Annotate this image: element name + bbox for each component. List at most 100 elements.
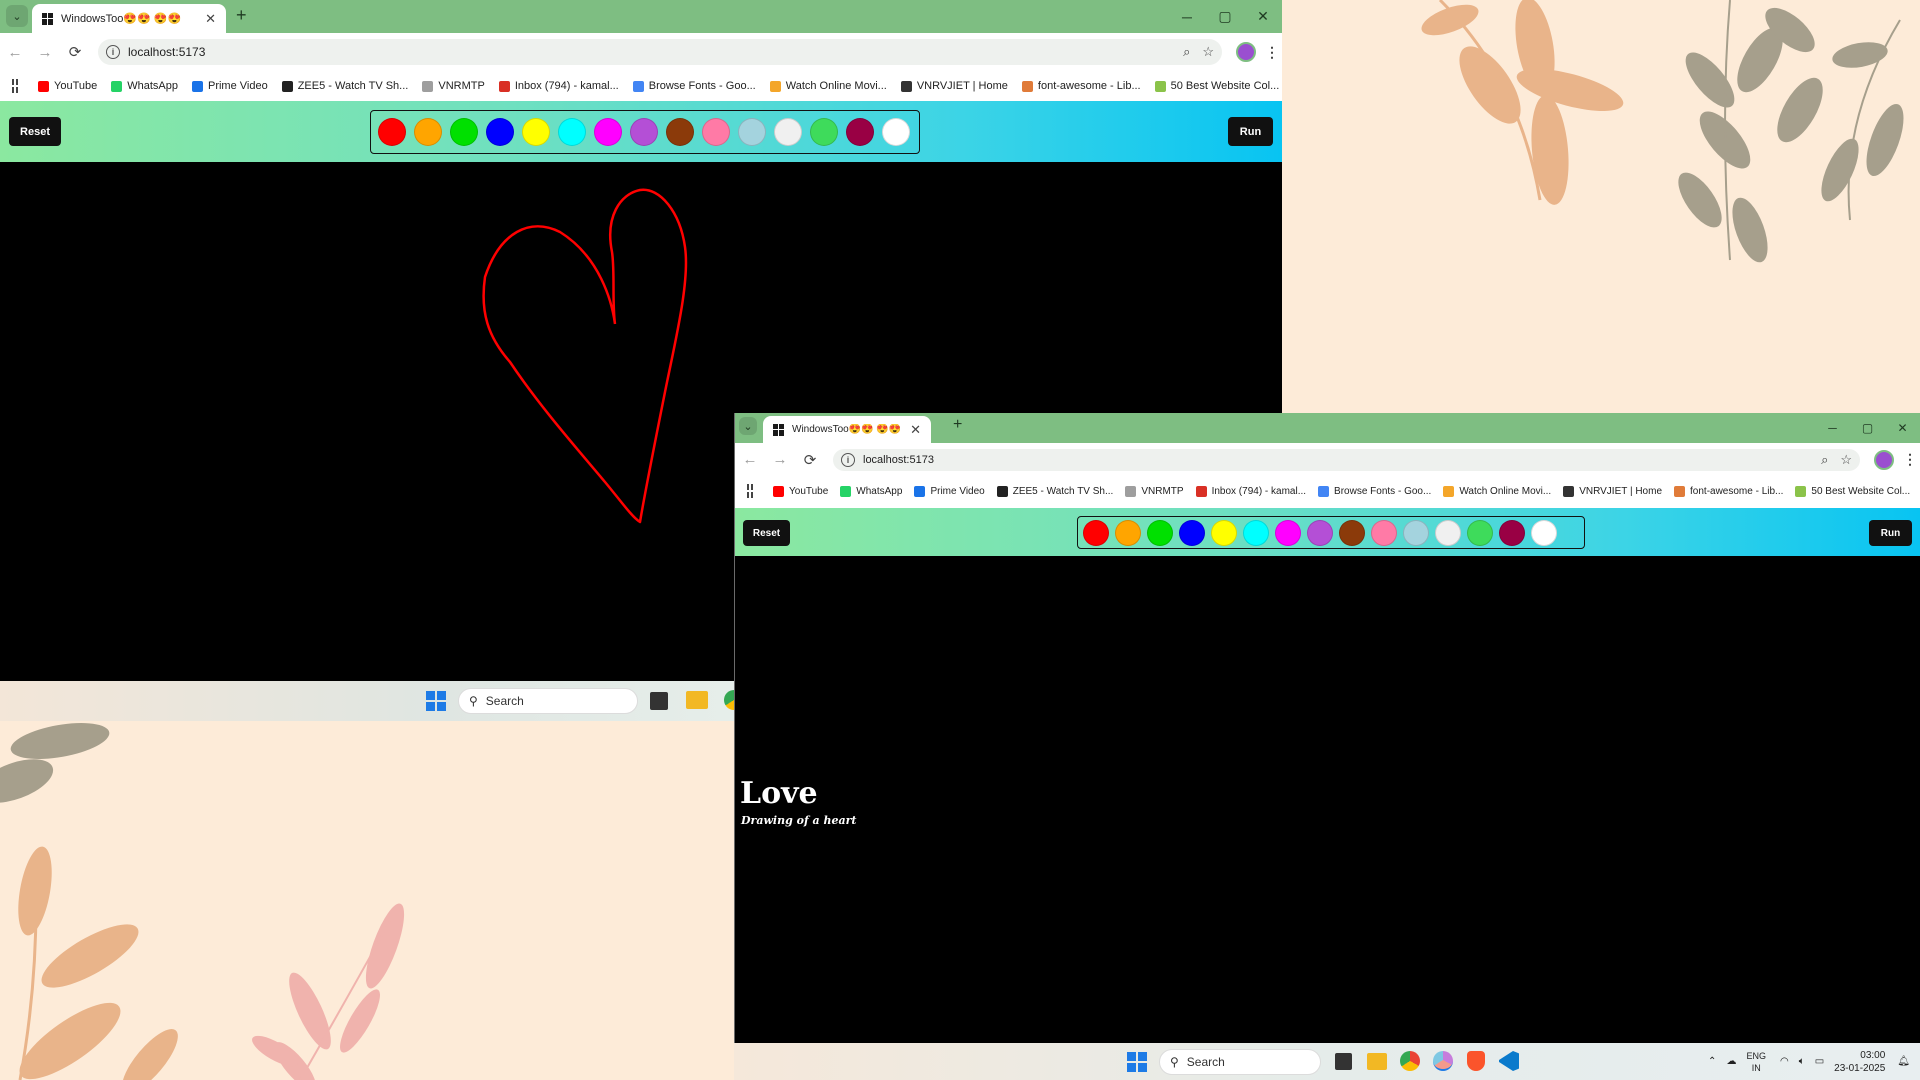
- reset-button[interactable]: Reset: [9, 117, 61, 146]
- clock[interactable]: 03:00 23-01-2025: [1834, 1049, 1885, 1075]
- bookmark-item[interactable]: Prime Video: [191, 80, 268, 92]
- color-swatch[interactable]: [1115, 519, 1141, 546]
- bookmark-item[interactable]: Browse Fonts - Goo...: [632, 80, 756, 92]
- address-url[interactable]: localhost:5173: [128, 45, 1171, 59]
- bookmark-item[interactable]: Inbox (794) - kamal...: [1195, 485, 1306, 497]
- tab-close-icon[interactable]: ✕: [910, 422, 921, 438]
- onedrive-cloud-icon[interactable]: ☁: [1726, 1056, 1736, 1067]
- bookmark-item[interactable]: WhatsApp: [111, 80, 178, 92]
- bookmark-item[interactable]: VNRMTP: [422, 80, 485, 92]
- browser-menu-icon[interactable]: ⋮: [1262, 44, 1282, 61]
- close-window-button[interactable]: ✕: [1244, 0, 1282, 33]
- browser-menu-icon[interactable]: ⋮: [1900, 451, 1920, 468]
- browser-tab[interactable]: WindowsToo😍😍 😍😍 ✕: [763, 416, 931, 443]
- color-swatch[interactable]: [1179, 519, 1205, 546]
- color-swatch[interactable]: [630, 118, 658, 146]
- color-swatch[interactable]: [738, 118, 766, 146]
- color-swatch[interactable]: [486, 118, 514, 146]
- maximize-button[interactable]: ▢: [1206, 0, 1244, 33]
- color-swatch[interactable]: [1403, 519, 1429, 546]
- new-tab-button[interactable]: +: [953, 416, 962, 434]
- color-swatch[interactable]: [1243, 519, 1269, 546]
- color-swatch[interactable]: [1531, 519, 1557, 546]
- color-swatch[interactable]: [702, 118, 730, 146]
- forward-button[interactable]: →: [765, 451, 795, 468]
- color-swatch[interactable]: [1083, 519, 1109, 546]
- bookmark-item[interactable]: 50 Best Website Col...: [1795, 485, 1910, 497]
- bookmark-item[interactable]: font-awesome - Lib...: [1674, 485, 1783, 497]
- bookmark-item[interactable]: Watch Online Movi...: [769, 80, 887, 92]
- chrome-profile-icon[interactable]: [1433, 1051, 1453, 1071]
- apps-grid-icon[interactable]: [12, 79, 18, 93]
- volume-icon[interactable]: 🔈︎: [1799, 1056, 1805, 1067]
- task-view-icon[interactable]: [1335, 1053, 1352, 1070]
- vscode-icon[interactable]: [1499, 1051, 1519, 1071]
- bookmark-item[interactable]: font-awesome - Lib...: [1021, 80, 1141, 92]
- bookmark-item[interactable]: Watch Online Movi...: [1443, 485, 1551, 497]
- address-bar[interactable]: i localhost:5173 ⌕ ☆: [833, 448, 1860, 471]
- site-info-icon[interactable]: i: [106, 45, 120, 59]
- color-swatch[interactable]: [1211, 519, 1237, 546]
- notification-bell-icon[interactable]: 🔔︎: [1897, 1056, 1910, 1067]
- taskbar-search[interactable]: ⚲ Search: [458, 688, 638, 714]
- brave-icon[interactable]: [1467, 1051, 1485, 1071]
- profile-avatar[interactable]: [1874, 449, 1894, 470]
- reset-button[interactable]: Reset: [743, 520, 790, 546]
- bookmark-item[interactable]: VNRMTP: [1125, 485, 1184, 497]
- back-button[interactable]: ←: [0, 44, 30, 61]
- bookmark-item[interactable]: VNRVJIET | Home: [1563, 485, 1662, 497]
- color-swatch[interactable]: [1339, 519, 1365, 546]
- reload-button[interactable]: ⟳: [60, 43, 90, 61]
- new-tab-button[interactable]: +: [236, 5, 247, 26]
- browser-tab[interactable]: WindowsToo😍😍 😍😍 ✕: [32, 4, 226, 33]
- close-window-button[interactable]: ✕: [1885, 413, 1920, 443]
- bookmark-item[interactable]: ZEE5 - Watch TV Sh...: [281, 80, 408, 92]
- color-swatch[interactable]: [1147, 519, 1173, 546]
- bookmark-item[interactable]: YouTube: [38, 80, 97, 92]
- color-swatch[interactable]: [810, 118, 838, 146]
- color-swatch[interactable]: [1435, 519, 1461, 546]
- color-swatch[interactable]: [846, 118, 874, 146]
- bookmark-item[interactable]: 50 Best Website Col...: [1154, 80, 1279, 92]
- chrome-icon[interactable]: [1400, 1051, 1420, 1071]
- color-swatch[interactable]: [1371, 519, 1397, 546]
- address-bar[interactable]: i localhost:5173 ⌕ ☆: [98, 39, 1222, 65]
- taskbar-search[interactable]: ⚲ Search: [1159, 1049, 1321, 1075]
- task-view-icon[interactable]: [650, 692, 668, 710]
- color-swatch[interactable]: [450, 118, 478, 146]
- color-swatch[interactable]: [414, 118, 442, 146]
- color-swatch[interactable]: [594, 118, 622, 146]
- tab-search-button[interactable]: ⌄: [6, 5, 28, 27]
- chrome-icon[interactable]: [724, 690, 734, 710]
- bookmark-item[interactable]: YouTube: [773, 485, 828, 497]
- bookmark-item[interactable]: VNRVJIET | Home: [900, 80, 1008, 92]
- color-swatch[interactable]: [378, 118, 406, 146]
- tab-search-button[interactable]: ⌄: [739, 417, 757, 435]
- zoom-icon[interactable]: ⌕: [1821, 452, 1828, 468]
- forward-button[interactable]: →: [30, 44, 60, 61]
- file-explorer-icon[interactable]: [1367, 1053, 1387, 1070]
- bookmark-item[interactable]: Browse Fonts - Goo...: [1318, 485, 1431, 497]
- back-button[interactable]: ←: [735, 451, 765, 468]
- battery-icon[interactable]: ▭: [1815, 1056, 1824, 1067]
- apps-grid-icon[interactable]: [747, 484, 753, 498]
- bookmark-item[interactable]: Inbox (794) - kamal...: [498, 80, 619, 92]
- start-button[interactable]: [1127, 1052, 1147, 1072]
- zoom-icon[interactable]: ⌕: [1183, 44, 1190, 60]
- language-indicator[interactable]: ENG IN: [1746, 1050, 1766, 1074]
- color-swatch[interactable]: [774, 118, 802, 146]
- color-swatch[interactable]: [558, 118, 586, 146]
- bookmark-star-icon[interactable]: ☆: [1840, 452, 1852, 468]
- bookmark-star-icon[interactable]: ☆: [1202, 44, 1214, 60]
- site-info-icon[interactable]: i: [841, 452, 855, 467]
- color-swatch[interactable]: [1467, 519, 1493, 546]
- color-swatch[interactable]: [1499, 519, 1525, 546]
- show-hidden-icons-icon[interactable]: ⌃: [1708, 1056, 1716, 1067]
- start-button[interactable]: [426, 691, 446, 711]
- file-explorer-icon[interactable]: [686, 691, 708, 709]
- tab-close-icon[interactable]: ✕: [205, 11, 216, 27]
- bookmark-item[interactable]: WhatsApp: [840, 485, 902, 497]
- color-swatch[interactable]: [882, 118, 910, 146]
- color-swatch[interactable]: [1275, 519, 1301, 546]
- result-canvas[interactable]: Love Drawing of a heart: [735, 556, 1920, 1043]
